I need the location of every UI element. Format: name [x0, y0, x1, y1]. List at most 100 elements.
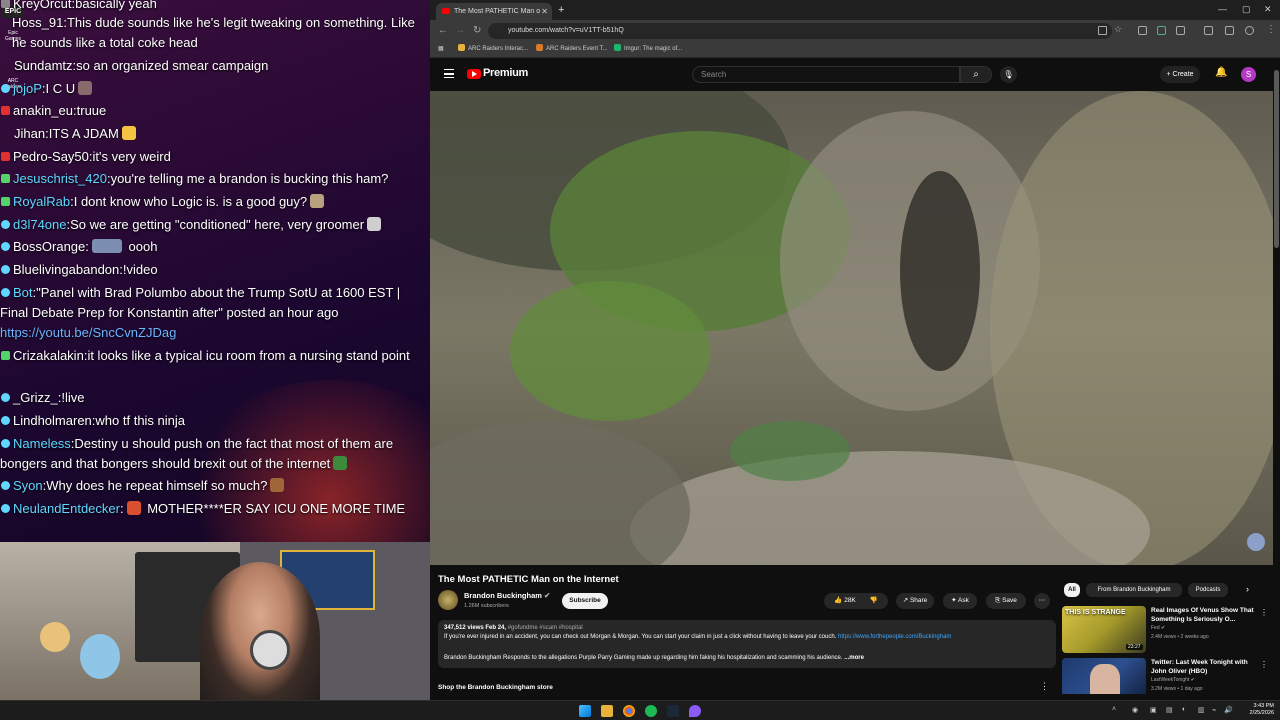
ask-button[interactable]: ✦ Ask	[943, 593, 977, 609]
tab-youtube[interactable]: The Most PATHETIC Man o ✕	[436, 3, 552, 20]
chat-username[interactable]: Jihan	[14, 126, 45, 141]
description-link[interactable]: https://www.forthepeople.com/Buckingham	[838, 634, 951, 640]
system-clock[interactable]: 3:43 PM 2/25/2026	[1238, 703, 1274, 717]
description-box[interactable]: 347,512 views Feb 24, #gofundme #scam #h…	[438, 620, 1056, 668]
page-scrollbar[interactable]	[1273, 58, 1280, 700]
account-avatar[interactable]: S	[1241, 67, 1256, 82]
thumbs-down-icon[interactable]: 👎	[870, 597, 878, 604]
search-button[interactable]: ⌕	[960, 66, 992, 83]
hamburger-menu-icon[interactable]	[444, 69, 454, 78]
chat-username[interactable]: jojoP	[13, 81, 42, 96]
maximize-icon[interactable]: ▢	[1242, 4, 1251, 15]
recommended-channel[interactable]: Fed ✔	[1151, 625, 1165, 631]
forward-icon[interactable]: →	[455, 25, 465, 36]
video-player[interactable]	[430, 91, 1273, 565]
chrome-icon[interactable]	[623, 705, 635, 717]
chat-username[interactable]: RoyalRab	[13, 194, 70, 209]
chat-username[interactable]: Nameless	[13, 436, 71, 451]
recommended-video[interactable]: Twitter: Last Week Tonight with John Oli…	[1062, 658, 1272, 694]
install-icon[interactable]	[1098, 26, 1107, 35]
notifications-bell-icon[interactable]: 🔔	[1215, 67, 1227, 78]
menu-icon[interactable]: ⋮	[1266, 24, 1276, 35]
close-tab-icon[interactable]: ✕	[541, 3, 548, 20]
more-options-icon[interactable]: ⋮	[1040, 681, 1049, 692]
more-actions-icon[interactable]: ⋯	[1034, 593, 1050, 609]
file-explorer-icon[interactable]	[601, 705, 613, 717]
apps-icon[interactable]: ▦	[438, 44, 444, 55]
voice-search-button[interactable]: 🎙	[1000, 66, 1017, 83]
webcam-feed	[0, 542, 430, 702]
tray-app-icon[interactable]: ▤	[1166, 706, 1173, 714]
scrollbar-thumb[interactable]	[1274, 70, 1279, 248]
back-icon[interactable]: ←	[438, 25, 448, 36]
download-icon[interactable]	[1225, 26, 1234, 35]
minimize-icon[interactable]: —	[1218, 4, 1227, 14]
extension-icon[interactable]	[1138, 26, 1147, 35]
bookmark-item[interactable]: ARC Raiders Event T...	[536, 44, 608, 55]
chat-username[interactable]: Pedro-Say50	[13, 149, 89, 164]
network-icon[interactable]: ⌁	[1212, 706, 1216, 714]
chat-username[interactable]: anakin_eu	[13, 103, 73, 118]
sidepanel-icon[interactable]	[1204, 26, 1213, 35]
save-button[interactable]: ⎘ Save	[986, 593, 1026, 609]
chat-username[interactable]: Bot	[13, 285, 33, 300]
extension-icon[interactable]	[1157, 26, 1166, 35]
new-tab-button[interactable]: +	[558, 3, 564, 17]
chat-username[interactable]: KreyOrcut	[13, 0, 72, 11]
volume-icon[interactable]: 🔊	[1224, 706, 1233, 714]
youtube-premium-label[interactable]: Premium	[483, 67, 528, 79]
chat-username[interactable]: Sundamtz	[14, 58, 73, 73]
search-input[interactable]: Search	[692, 66, 960, 83]
chat-username[interactable]: Bluelivingabandon	[13, 262, 119, 277]
chat-username[interactable]: Hoss_91	[12, 15, 63, 30]
chat-username[interactable]: Jesuschrist_420	[13, 171, 107, 186]
bookmark-item[interactable]: Imgur: The magic of...	[614, 44, 682, 55]
chat-username[interactable]: _Grizz_	[13, 390, 58, 405]
channel-name[interactable]: Brandon Buckingham ✔	[464, 591, 550, 600]
reload-icon[interactable]: ↻	[473, 25, 481, 36]
chip-all[interactable]: All	[1064, 583, 1080, 597]
recommended-channel[interactable]: LastWeekTonight ✔	[1151, 677, 1195, 683]
like-button[interactable]: 👍 28K	[834, 597, 855, 604]
share-button[interactable]: ↗ Share	[896, 593, 934, 609]
chip-from-channel[interactable]: From Brandon Buckingham	[1086, 583, 1182, 597]
hashtags[interactable]: #gofundme #scam #hospital	[508, 625, 583, 631]
tray-app-icon[interactable]: ◐	[1182, 706, 1186, 713]
spotify-icon[interactable]	[645, 705, 657, 717]
extensions-icon[interactable]	[1176, 26, 1185, 35]
more-options-icon[interactable]: ⋮	[1260, 608, 1268, 617]
url-field[interactable]: youtube.com/watch?v=uV1TT-b51hQ	[488, 23, 1112, 39]
chat-link[interactable]: https://youtu.be/SncCvnZJDag	[0, 325, 176, 340]
more-button[interactable]: ...more	[844, 655, 864, 661]
star-icon[interactable]: ☆	[1114, 24, 1122, 35]
chat-username[interactable]: Crizakalakin	[13, 348, 84, 363]
recommended-title[interactable]: Twitter: Last Week Tonight with John Oli…	[1151, 659, 1257, 676]
subscribe-button[interactable]: Subscribe	[562, 593, 608, 609]
close-window-icon[interactable]: ✕	[1264, 4, 1272, 15]
tray-app-icon[interactable]: ◉	[1132, 706, 1138, 714]
bookmark-item[interactable]: ARC Raiders Interac...	[458, 44, 528, 55]
chat-username[interactable]: Syon	[13, 478, 43, 493]
tray-app-icon[interactable]: ▣	[1150, 706, 1157, 714]
video-thumbnail[interactable]	[1062, 658, 1146, 694]
chat-username[interactable]: d3l74one	[13, 217, 67, 232]
windows-start-icon[interactable]	[579, 705, 591, 717]
more-options-icon[interactable]: ⋮	[1260, 660, 1268, 669]
chat-message: Jesuschrist_420:you're telling me a bran…	[0, 169, 430, 189]
recommended-video[interactable]: THIS IS STRANGE 23:27 Real Images Of Ven…	[1062, 606, 1272, 654]
channel-watermark-icon[interactable]	[1247, 533, 1265, 551]
chevron-up-icon[interactable]: ˄	[1112, 706, 1116, 713]
tray-app-icon[interactable]: ▥	[1198, 706, 1205, 714]
app-icon[interactable]	[689, 705, 701, 717]
chip-podcasts[interactable]: Podcasts	[1188, 583, 1228, 597]
recommended-title[interactable]: Real Images Of Venus Show That Something…	[1151, 607, 1257, 624]
profile-icon[interactable]	[1245, 26, 1254, 35]
youtube-logo-icon[interactable]	[467, 69, 481, 79]
steam-icon[interactable]	[667, 705, 679, 717]
channel-avatar[interactable]	[438, 590, 458, 610]
chat-username[interactable]: Lindholmaren	[13, 413, 92, 428]
create-button[interactable]: + Create	[1160, 66, 1200, 83]
chat-username[interactable]: BossOrange	[13, 239, 85, 254]
chat-username[interactable]: NeulandEntdecker	[13, 501, 120, 516]
chevron-right-icon[interactable]: ›	[1246, 584, 1249, 594]
